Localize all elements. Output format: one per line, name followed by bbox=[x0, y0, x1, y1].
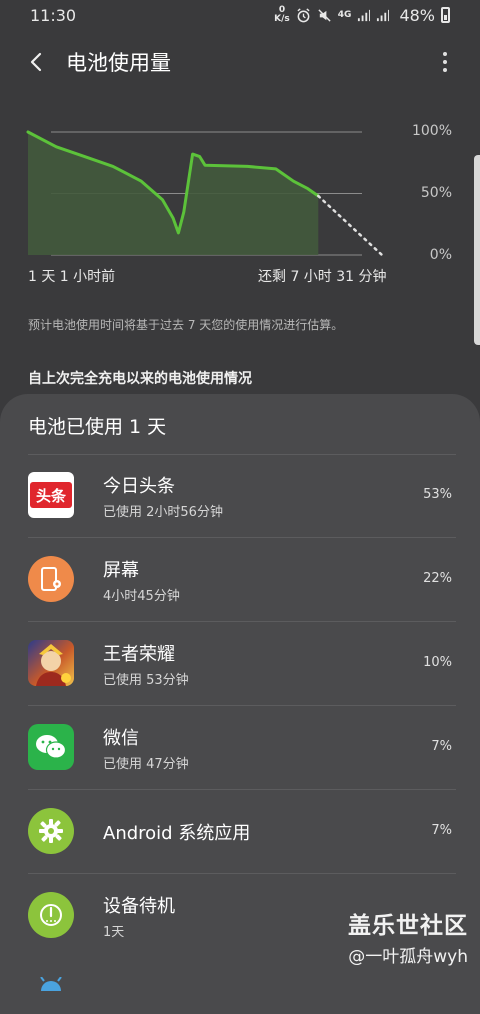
dot-icon bbox=[443, 60, 447, 64]
x-end-label: 还剩 7 小时 31 分钟 bbox=[258, 269, 387, 285]
android-icon bbox=[38, 976, 64, 991]
app-name: 今日头条 bbox=[103, 476, 175, 497]
app-name: 设备待机 bbox=[103, 896, 175, 917]
app-usage: 已使用 2小时56分钟 bbox=[103, 505, 223, 520]
signal-icon bbox=[358, 9, 371, 21]
more-options-button[interactable] bbox=[438, 50, 452, 74]
gear-icon bbox=[28, 808, 74, 854]
page-title: 电池使用量 bbox=[66, 51, 171, 75]
net-speed: 0 K/s bbox=[274, 5, 290, 24]
game-icon bbox=[28, 640, 74, 686]
y-tick-0: 0% bbox=[429, 247, 452, 263]
battery-chart-svg bbox=[26, 130, 384, 257]
app-name: Android 系统应用 bbox=[103, 823, 251, 844]
sheet-title: 电池已使用 1 天 bbox=[28, 416, 167, 438]
app-percent: 53% bbox=[423, 487, 452, 502]
app-name: 王者荣耀 bbox=[103, 644, 175, 665]
app-name: 微信 bbox=[103, 728, 139, 749]
signal-icon-2 bbox=[377, 9, 390, 21]
y-tick-50: 50% bbox=[420, 185, 452, 201]
back-button[interactable] bbox=[24, 50, 48, 74]
app-row-android-system[interactable]: Android 系统应用 7% bbox=[0, 790, 480, 874]
app-usage: 4小时45分钟 bbox=[103, 589, 180, 604]
battery-icon bbox=[441, 7, 450, 23]
app-percent: 10% bbox=[423, 655, 452, 670]
app-percent: 22% bbox=[423, 571, 452, 586]
toutiao-badge: 头条 bbox=[30, 482, 72, 508]
watermark-title: 盖乐世社区 bbox=[348, 913, 468, 939]
app-usage: 1天 bbox=[103, 925, 125, 940]
app-name: 屏幕 bbox=[103, 560, 139, 581]
network-type: 4G bbox=[337, 10, 352, 20]
y-tick-100: 100% bbox=[411, 123, 452, 139]
power-icon bbox=[28, 892, 74, 938]
app-row-wechat[interactable]: 微信 已使用 47分钟 7% bbox=[0, 706, 480, 790]
estimate-note: 预计电池使用时间将基于过去 7 天您的使用情况进行估算。 bbox=[28, 318, 344, 332]
app-percent: 7% bbox=[431, 739, 452, 754]
x-start-label: 1 天 1 小时前 bbox=[28, 269, 116, 285]
toutiao-icon: 头条 bbox=[28, 472, 74, 518]
app-bar: 电池使用量 bbox=[0, 40, 480, 84]
app-row-screen[interactable]: 屏幕 4小时45分钟 22% bbox=[0, 538, 480, 622]
dot-icon bbox=[443, 52, 447, 56]
section-title: 自上次完全充电以来的电池使用情况 bbox=[28, 371, 252, 387]
wechat-icon bbox=[28, 724, 74, 770]
projection-line bbox=[317, 194, 384, 257]
watermark-sub: @一叶孤舟wyh bbox=[348, 947, 468, 967]
battery-percent: 48% bbox=[399, 5, 435, 25]
status-time: 11:30 bbox=[30, 5, 77, 25]
dot-icon bbox=[443, 68, 447, 72]
app-row-game[interactable]: 王者荣耀 已使用 53分钟 10% bbox=[0, 622, 480, 706]
status-icons: 0 K/s 4G 48% bbox=[274, 6, 450, 25]
screen-icon bbox=[28, 556, 74, 602]
edge-panel-handle[interactable] bbox=[474, 155, 480, 345]
app-percent: 7% bbox=[431, 823, 452, 838]
chevron-left-icon bbox=[30, 52, 42, 72]
app-usage: 已使用 47分钟 bbox=[103, 757, 189, 772]
alarm-icon bbox=[297, 7, 310, 22]
app-row-toutiao[interactable]: 头条 今日头条 已使用 2小时56分钟 53% bbox=[0, 454, 480, 538]
mute-icon bbox=[318, 8, 331, 22]
status-bar: 11:30 0 K/s 4G 48% bbox=[0, 0, 480, 30]
battery-chart: 100% 50% 0% bbox=[0, 110, 480, 290]
app-usage: 已使用 53分钟 bbox=[103, 673, 189, 688]
